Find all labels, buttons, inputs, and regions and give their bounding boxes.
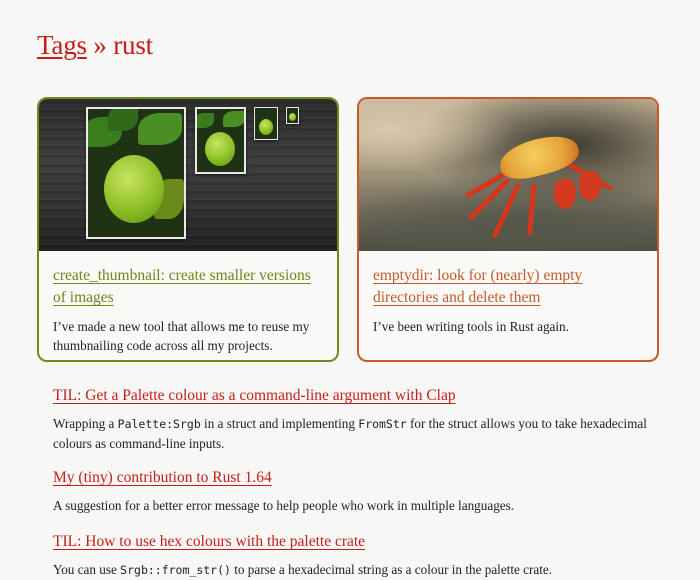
tag-name: rust	[113, 30, 153, 60]
card-image-lime-thumbnails[interactable]	[39, 99, 337, 251]
post-list-item: My (tiny) contribution to Rust 1.64 A su…	[53, 467, 673, 516]
crab-claw	[579, 171, 601, 201]
inline-code: Srgb::from_str()	[120, 563, 231, 577]
post-title-link[interactable]: TIL: How to use hex colours with the pal…	[53, 533, 365, 550]
post-list-item: TIL: How to use hex colours with the pal…	[53, 531, 673, 580]
card-summary: I’ve made a new tool that allows me to r…	[53, 319, 310, 353]
inline-code: FromStr	[358, 417, 407, 431]
thumbnail-large	[86, 107, 186, 239]
card-summary: I’ve been writing tools in Rust again.	[373, 319, 569, 334]
post-title-link[interactable]: TIL: Get a Palette colour as a command-l…	[53, 387, 456, 404]
crab-claw	[554, 179, 576, 209]
post-summary: Wrapping a Palette:Srgb in a struct and …	[53, 416, 647, 451]
page-title: Tags » rust	[37, 30, 153, 61]
page: Tags » rust create_thumbnail: create sma…	[0, 0, 700, 579]
post-title-link[interactable]: My (tiny) contribution to Rust 1.64	[53, 469, 272, 486]
post-summary: You can use Srgb::from_str() to parse a …	[53, 562, 553, 577]
post-list-item: TIL: Get a Palette colour as a command-l…	[53, 385, 673, 454]
thumbnail-tiny	[286, 107, 299, 124]
thumbnail-small	[254, 107, 278, 140]
thumbnail-medium	[195, 107, 246, 174]
breadcrumb-tags-link[interactable]: Tags	[37, 30, 87, 60]
card-image-crab[interactable]	[359, 99, 657, 251]
featured-card-emptydir[interactable]: emptydir: look for (nearly) empty direct…	[357, 97, 659, 362]
inline-code: Palette:Srgb	[117, 417, 201, 431]
card-title-link[interactable]: create_thumbnail: create smaller version…	[53, 265, 325, 309]
featured-card-create-thumbnail[interactable]: create_thumbnail: create smaller version…	[37, 97, 339, 362]
card-title-link[interactable]: emptydir: look for (nearly) empty direct…	[373, 265, 645, 309]
post-summary: A suggestion for a better error message …	[53, 498, 515, 513]
breadcrumb-separator: »	[93, 30, 107, 60]
